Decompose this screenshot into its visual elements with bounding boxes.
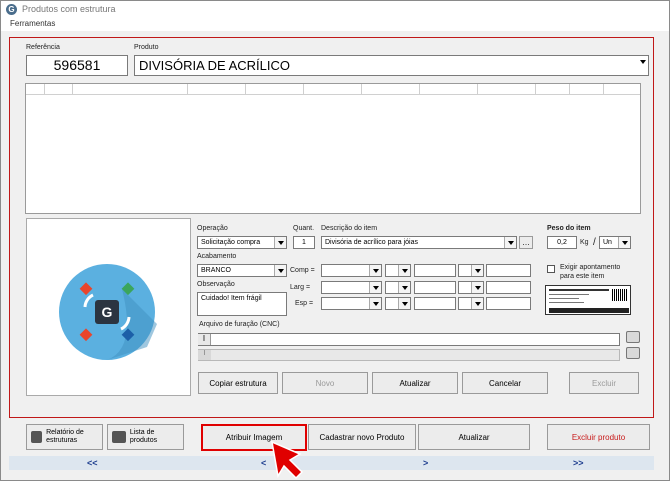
qty-label: Quant. [293, 225, 315, 232]
svg-text:G: G [102, 304, 113, 320]
chevron-down-icon[interactable] [504, 237, 516, 248]
chevron-down-icon[interactable] [471, 282, 483, 293]
new-button[interactable]: Novo [282, 372, 368, 394]
exigir-label: Exigir apontamento para este item [560, 264, 621, 280]
esp-field-2[interactable] [486, 297, 531, 310]
product-value: DIVISÓRIA DE ACRÍLICO [139, 58, 290, 73]
pointer-arrow-icon [271, 440, 304, 480]
report-structures-button[interactable]: Relatório de estruturas [26, 424, 103, 450]
esp-label: Esp = [295, 300, 314, 307]
esp-field[interactable] [414, 297, 456, 310]
report-structures-label: Relatório de estruturas [46, 429, 84, 444]
chevron-down-icon[interactable] [618, 237, 630, 248]
comp-field[interactable] [414, 264, 456, 277]
exigir-checkbox[interactable] [547, 265, 555, 273]
comp-field-2[interactable] [486, 264, 531, 277]
product-label: Produto [134, 44, 159, 51]
update-item-button[interactable]: Atualizar [372, 372, 458, 394]
qty-field[interactable]: 1 [293, 236, 315, 249]
product-select[interactable]: DIVISÓRIA DE ACRÍLICO [134, 55, 649, 76]
copy-structure-button[interactable]: Copiar estrutura [198, 372, 278, 394]
chevron-down-icon[interactable] [274, 265, 286, 276]
reference-field[interactable]: 596581 [26, 55, 128, 76]
description-value: Divisória de acrílico para jóias [325, 239, 418, 246]
record-nav-bar [9, 456, 654, 470]
title-bar: G Produtos com estrutura [1, 1, 669, 18]
printer-icon [112, 431, 126, 443]
barcode-label-image [545, 285, 631, 315]
esp-unit2-select[interactable] [458, 297, 484, 310]
structure-table[interactable] [25, 83, 641, 214]
app-logo-icon: G [6, 4, 17, 15]
finish-select[interactable]: BRANCO [197, 264, 287, 277]
chevron-down-icon[interactable] [637, 56, 648, 75]
operation-select[interactable]: Solicitação compra [197, 236, 287, 249]
reference-label: Referência [26, 44, 60, 51]
chevron-down-icon[interactable] [369, 282, 381, 293]
chevron-down-icon[interactable] [369, 298, 381, 309]
esp-unit-select[interactable] [385, 297, 411, 310]
comp-label: Comp = [290, 267, 315, 274]
cursor-icon-2: I [198, 350, 211, 360]
delete-item-button[interactable]: Excluir [569, 372, 639, 394]
esp-value-select[interactable] [321, 297, 382, 310]
unit-select[interactable]: Un [599, 236, 631, 249]
cursor-icon: I [198, 334, 211, 345]
nav-next-button[interactable]: > [423, 458, 428, 468]
chevron-down-icon[interactable] [369, 265, 381, 276]
weight-field[interactable]: 0,2 [547, 236, 577, 249]
chevron-down-icon[interactable] [471, 265, 483, 276]
chevron-down-icon[interactable] [274, 237, 286, 248]
printer-icon [31, 431, 43, 443]
weight-label: Peso do item [547, 225, 591, 232]
nav-last-button[interactable]: >> [573, 458, 584, 468]
observation-label: Observação [197, 281, 235, 288]
finish-label: Acabamento [197, 253, 237, 260]
window-title: Produtos com estrutura [22, 4, 116, 14]
cnc-file-field[interactable] [198, 333, 620, 346]
finish-value: BRANCO [201, 267, 231, 274]
larg-unit-select[interactable] [385, 281, 411, 294]
chevron-down-icon[interactable] [398, 298, 410, 309]
weight-unit-label: Kg [580, 239, 589, 246]
chevron-down-icon[interactable] [398, 282, 410, 293]
larg-value-select[interactable] [321, 281, 382, 294]
operation-value: Solicitação compra [201, 239, 261, 246]
product-list-button[interactable]: Lista de produtos [107, 424, 184, 450]
larg-field[interactable] [414, 281, 456, 294]
product-image: G [26, 218, 191, 396]
larg-field-2[interactable] [486, 281, 531, 294]
chevron-down-icon[interactable] [471, 298, 483, 309]
description-label: Descrição do item [321, 225, 378, 232]
folder-icon[interactable] [626, 331, 640, 343]
update-button[interactable]: Atualizar [418, 424, 530, 450]
operation-label: Operação [197, 225, 228, 232]
chevron-down-icon[interactable] [398, 265, 410, 276]
cnc-file-field-2[interactable] [198, 349, 620, 361]
menu-tools[interactable]: Ferramentas [10, 19, 55, 28]
folder-icon-2[interactable] [626, 347, 640, 359]
menu-bar: Ferramentas [1, 18, 669, 31]
description-browse-button[interactable]: … [519, 236, 533, 249]
comp-value-select[interactable] [321, 264, 382, 277]
larg-unit2-select[interactable] [458, 281, 484, 294]
register-new-product-button[interactable]: Cadastrar novo Produto [308, 424, 416, 450]
comp-unit2-select[interactable] [458, 264, 484, 277]
description-select[interactable]: Divisória de acrílico para jóias [321, 236, 517, 249]
structure-logo-icon: G [59, 264, 157, 360]
comp-unit-select[interactable] [385, 264, 411, 277]
nav-first-button[interactable]: << [87, 458, 98, 468]
separator-slash: / [593, 237, 596, 248]
product-list-label: Lista de produtos [129, 429, 158, 444]
observation-field[interactable]: Cuidado! Item frágil [197, 292, 287, 316]
unit-value: Un [603, 239, 612, 246]
larg-label: Larg = [290, 284, 311, 291]
cnc-label: Arquivo de furação (CNC) [199, 321, 280, 328]
cancel-button[interactable]: Cancelar [462, 372, 548, 394]
delete-product-button[interactable]: Excluir produto [547, 424, 650, 450]
